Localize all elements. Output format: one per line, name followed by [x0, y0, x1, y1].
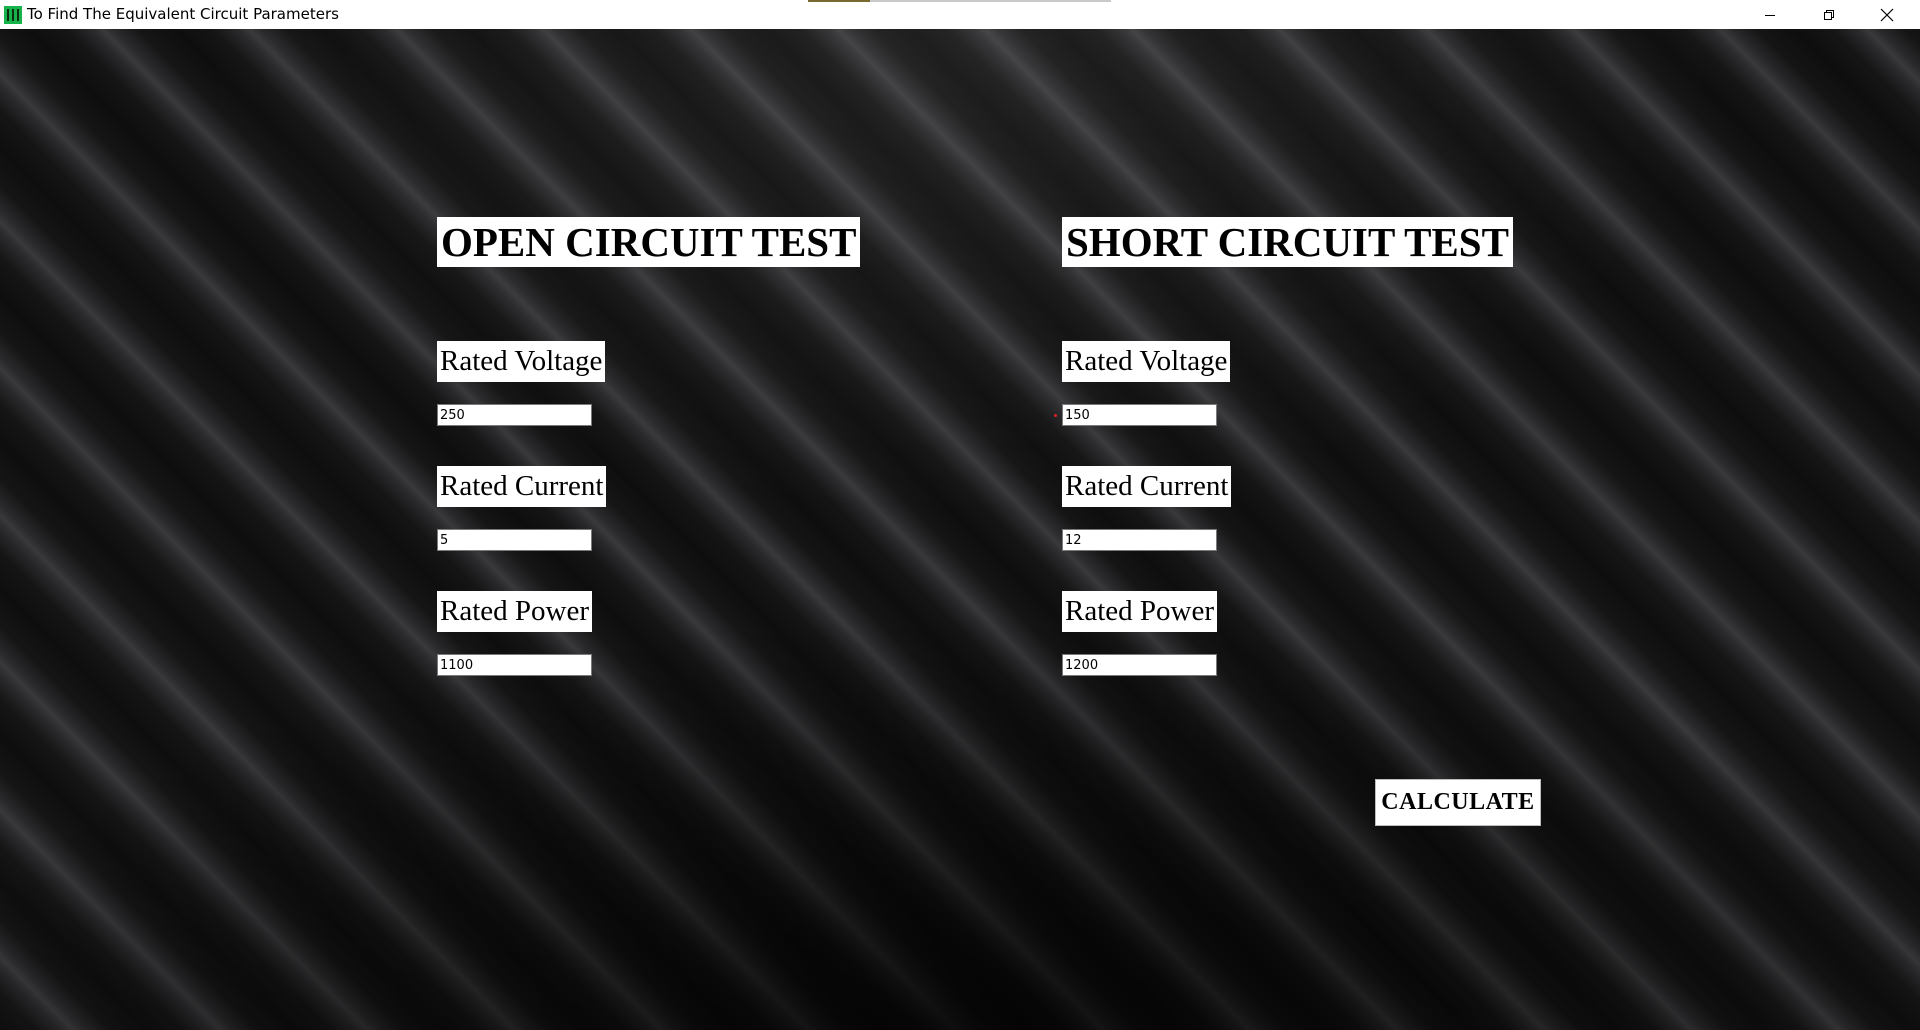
- minimize-button[interactable]: [1741, 0, 1799, 29]
- close-button[interactable]: [1858, 0, 1916, 29]
- minimize-icon: [1765, 14, 1775, 16]
- calculate-button[interactable]: CALCULATE: [1375, 779, 1541, 826]
- short-circuit-heading: SHORT CIRCUIT TEST: [1062, 217, 1513, 267]
- sc-rated-current-label: Rated Current: [1062, 466, 1232, 507]
- sc-rated-power-label: Rated Power: [1062, 591, 1217, 632]
- restore-button[interactable]: [1800, 0, 1858, 29]
- text-cursor-marker: [1054, 414, 1057, 417]
- oc-rated-voltage-label: Rated Voltage: [437, 341, 606, 382]
- sc-rated-current-input[interactable]: [1062, 529, 1217, 551]
- restore-icon: [1824, 9, 1834, 20]
- open-circuit-heading: OPEN CIRCUIT TEST: [437, 217, 861, 267]
- app-window: To Find The Equivalent Circuit Parameter…: [0, 0, 1920, 1030]
- python-idle-icon: [4, 6, 22, 24]
- sc-rated-voltage-input[interactable]: [1062, 404, 1217, 426]
- oc-rated-current-input[interactable]: [437, 529, 592, 551]
- oc-rated-current-label: Rated Current: [437, 466, 607, 507]
- main-canvas: OPEN CIRCUIT TEST Rated Voltage Rated Cu…: [0, 29, 1920, 1030]
- title-bar[interactable]: To Find The Equivalent Circuit Parameter…: [0, 0, 1920, 29]
- sc-rated-power-input[interactable]: [1062, 654, 1217, 676]
- taskbar-focus-strip: [808, 0, 1111, 2]
- window-title: To Find The Equivalent Circuit Parameter…: [27, 5, 339, 23]
- oc-rated-power-label: Rated Power: [437, 591, 592, 632]
- oc-rated-voltage-input[interactable]: [437, 404, 592, 426]
- sc-rated-voltage-label: Rated Voltage: [1062, 341, 1231, 382]
- close-icon: [1880, 8, 1894, 21]
- oc-rated-power-input[interactable]: [437, 654, 592, 676]
